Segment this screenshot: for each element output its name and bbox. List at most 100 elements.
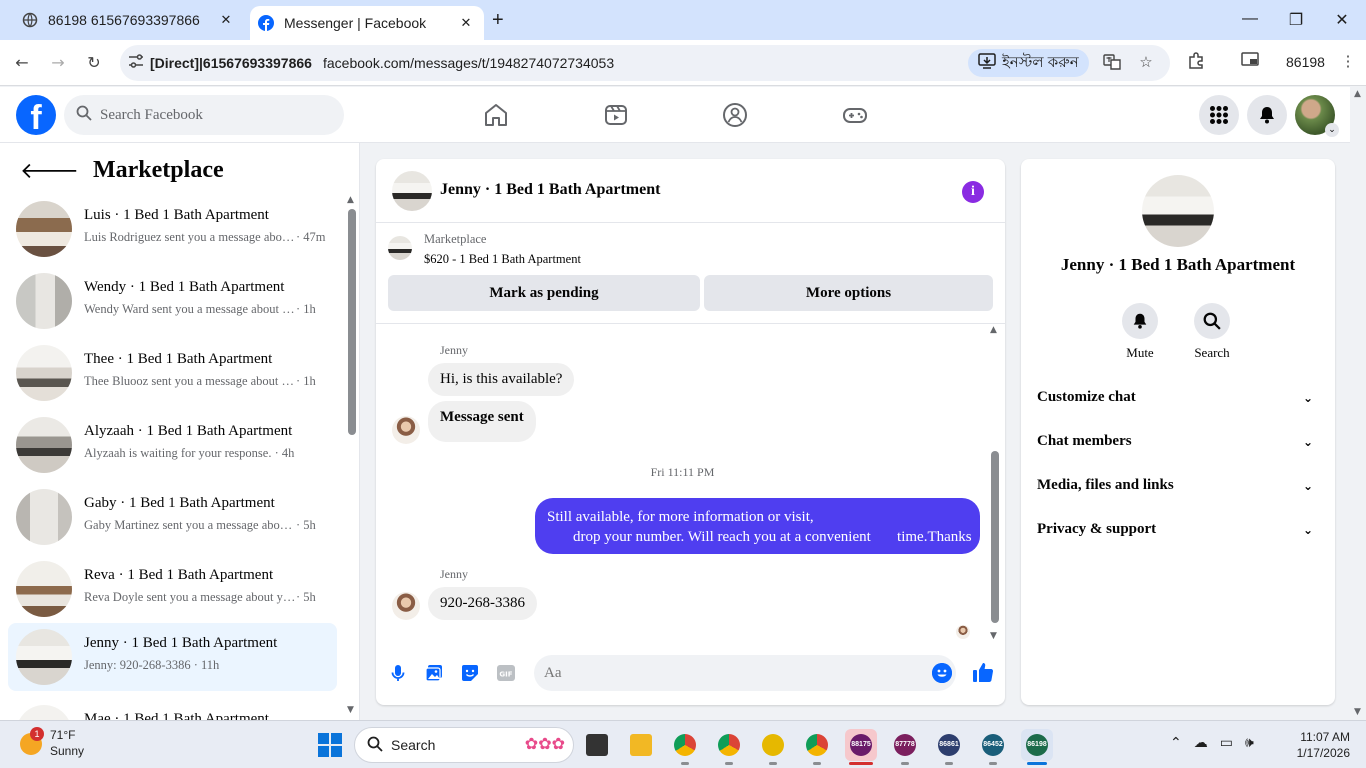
scroll-down-icon[interactable]: ▼: [347, 705, 354, 715]
scrollbar-thumb[interactable]: [991, 451, 999, 623]
taskbar-search[interactable]: Search ✿✿✿: [354, 727, 574, 763]
conversation-item[interactable]: Reva · 1 Bed 1 Bath Apartment Reva Doyle…: [8, 555, 337, 623]
taskbar-app-88175[interactable]: 88175: [845, 729, 877, 765]
thumbs-up-icon[interactable]: [972, 661, 994, 683]
seen-indicator-avatar: [956, 625, 970, 639]
close-tab-icon[interactable]: ✕: [458, 15, 474, 31]
url-text[interactable]: facebook.com/messages/t/1948274072734053: [323, 55, 614, 71]
close-tab-icon[interactable]: ✕: [218, 12, 234, 28]
gif-icon[interactable]: GIF: [496, 663, 516, 683]
chat-scrollbar[interactable]: ▲ ▼: [988, 325, 1002, 643]
omnibox[interactable]: [Direct]|61567693397866 facebook.com/mes…: [120, 45, 1170, 81]
groups-icon[interactable]: [721, 101, 749, 129]
video-icon[interactable]: [602, 101, 630, 129]
back-arrow-icon[interactable]: 🡐: [20, 158, 79, 184]
conversation-item[interactable]: Alyzaah · 1 Bed 1 Bath Apartment Alyzaah…: [8, 411, 337, 479]
cast-media-icon[interactable]: [1240, 52, 1260, 72]
facebook-search[interactable]: Search Facebook: [64, 95, 344, 135]
close-window-icon[interactable]: ✕: [1332, 10, 1352, 30]
chevron-up-icon[interactable]: ⌃: [1170, 735, 1182, 751]
scroll-down-icon[interactable]: ▼: [990, 631, 997, 641]
reload-icon[interactable]: ↻: [83, 52, 105, 74]
cloud-sync-icon[interactable]: ☁: [1194, 735, 1208, 751]
gaming-icon[interactable]: [841, 101, 869, 129]
taskbar-app-chrome-profile[interactable]: [801, 729, 833, 765]
taskbar-app-86452[interactable]: 86452: [977, 729, 1009, 765]
taskbar-app-tool[interactable]: [757, 729, 789, 765]
outgoing-message[interactable]: Still available, for more information or…: [535, 498, 980, 554]
weather-widget[interactable]: 1 71°F Sunny: [20, 727, 84, 759]
mark-as-pending-button[interactable]: Mark as pending: [388, 275, 700, 311]
microphone-icon[interactable]: [388, 663, 408, 683]
scroll-down-icon[interactable]: ▼: [1354, 707, 1361, 717]
translate-icon[interactable]: [1102, 53, 1122, 73]
facebook-logo[interactable]: f: [16, 95, 56, 135]
chat-avatar[interactable]: [392, 171, 432, 211]
bookmark-star-icon[interactable]: ☆: [1136, 53, 1156, 73]
info-avatar[interactable]: [1142, 175, 1214, 247]
system-clock[interactable]: 11:07 AM 1/17/2026: [1290, 729, 1350, 761]
scroll-up-icon[interactable]: ▲: [347, 195, 354, 205]
notifications-bell-icon[interactable]: [1247, 95, 1287, 135]
info-icon[interactable]: i: [962, 181, 984, 203]
chat-title[interactable]: Jenny · 1 Bed 1 Bath Apartment: [440, 181, 660, 199]
conversation-item[interactable]: Wendy · 1 Bed 1 Bath Apartment Wendy War…: [8, 267, 337, 335]
emoji-icon[interactable]: [932, 663, 952, 683]
conversation-item[interactable]: Mae · 1 Bed 1 Bath Apartment: [8, 699, 337, 720]
profile-button[interactable]: 86198: [1286, 54, 1325, 70]
taskbar-app-explorer[interactable]: [625, 729, 657, 761]
message-input[interactable]: [534, 655, 956, 691]
chat-members-section[interactable]: Chat members ⌄: [1037, 433, 1319, 461]
search-in-chat-button[interactable]: Search: [1182, 303, 1242, 361]
photo-icon[interactable]: [424, 663, 444, 683]
listing-price-title[interactable]: $620 - 1 Bed 1 Bath Apartment: [424, 252, 581, 267]
scroll-up-icon[interactable]: ▲: [1354, 89, 1361, 99]
chrome-icon: [718, 734, 740, 756]
menu-grid-icon[interactable]: [1199, 95, 1239, 135]
privacy-support-section[interactable]: Privacy & support ⌄: [1037, 521, 1319, 549]
volume-icon[interactable]: 🕪: [1245, 735, 1254, 751]
conversation-item-active[interactable]: Jenny · 1 Bed 1 Bath Apartment Jenny: 92…: [8, 623, 337, 691]
browser-menu-icon[interactable]: ⋮: [1338, 52, 1358, 72]
conversation-item[interactable]: Thee · 1 Bed 1 Bath Apartment Thee Bluoo…: [8, 339, 337, 407]
install-app-button[interactable]: ইনস্টল করুন: [968, 49, 1089, 77]
sender-avatar[interactable]: [392, 592, 420, 620]
windows-start-icon[interactable]: [318, 733, 342, 757]
mute-button[interactable]: Mute: [1110, 303, 1170, 361]
listing-avatar: [16, 345, 72, 401]
sticker-icon[interactable]: [460, 663, 480, 683]
more-options-button[interactable]: More options: [704, 275, 993, 311]
forward-icon[interactable]: →: [47, 52, 69, 74]
listing-thumbnail[interactable]: [388, 236, 412, 260]
site-settings-icon[interactable]: [128, 54, 144, 71]
minimize-icon[interactable]: —: [1240, 10, 1260, 30]
taskbar-app-87778[interactable]: 87778: [889, 729, 921, 765]
incoming-message[interactable]: 920-268-3386: [428, 587, 537, 620]
scroll-up-icon[interactable]: ▲: [990, 325, 997, 335]
scrollbar-thumb[interactable]: [348, 209, 356, 435]
taskbar-app-86198[interactable]: 86198: [1021, 729, 1053, 765]
conversation-item[interactable]: Gaby · 1 Bed 1 Bath Apartment Gaby Marti…: [8, 483, 337, 551]
conversation-item[interactable]: Luis · 1 Bed 1 Bath Apartment Luis Rodri…: [8, 195, 337, 263]
back-icon[interactable]: ←: [11, 52, 33, 74]
extensions-icon[interactable]: [1186, 52, 1206, 72]
new-tab-button[interactable]: +: [492, 10, 504, 30]
account-avatar[interactable]: ⌄: [1295, 95, 1339, 137]
incoming-message[interactable]: Hi, is this available?: [428, 363, 575, 396]
incoming-message[interactable]: Message sent: [428, 401, 536, 442]
media-files-links-section[interactable]: Media, files and links ⌄: [1037, 477, 1319, 505]
sidebar-scrollbar[interactable]: ▲ ▼: [346, 195, 356, 715]
home-icon[interactable]: [482, 101, 510, 129]
tab-86198[interactable]: 86198 61567693397866 ✕: [8, 0, 244, 40]
taskbar-app-86861[interactable]: 86861: [933, 729, 965, 765]
page-scrollbar[interactable]: ▲ ▼: [1350, 87, 1366, 720]
taskbar-app-chrome-md[interactable]: [713, 729, 745, 765]
sender-avatar[interactable]: [392, 416, 420, 444]
taskbar-app-chrome[interactable]: [669, 729, 701, 765]
customize-chat-section[interactable]: Customize chat ⌄: [1037, 389, 1319, 417]
restore-icon[interactable]: ❐: [1286, 10, 1306, 30]
network-icon[interactable]: ▭: [1220, 735, 1233, 751]
site-info[interactable]: [Direct]|61567693397866: [128, 54, 312, 71]
taskbar-app-terminal[interactable]: [581, 729, 613, 761]
tab-messenger[interactable]: Messenger | Facebook ✕: [250, 6, 484, 40]
